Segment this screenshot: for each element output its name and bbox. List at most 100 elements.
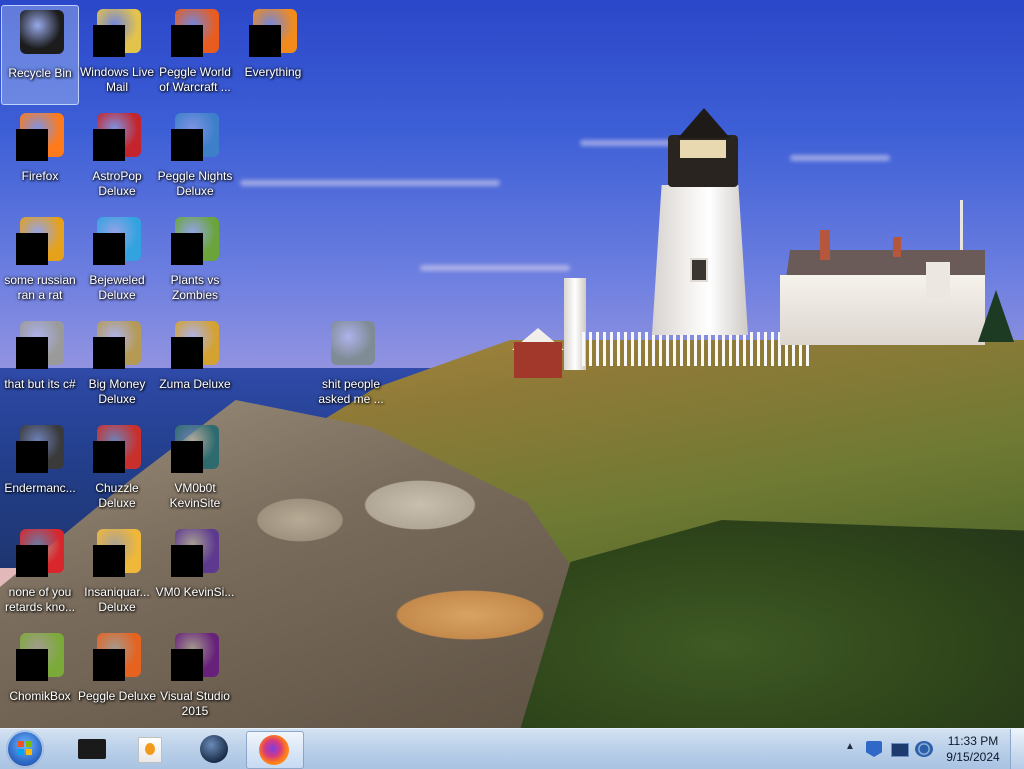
icon-label: Visual Studio 2015 xyxy=(160,689,230,718)
media-player-icon xyxy=(138,737,162,763)
show-hidden-icons-button[interactable]: ▲ xyxy=(844,739,856,755)
icon-label: Bejeweled Deluxe xyxy=(89,273,145,302)
icon-label: Peggle Deluxe xyxy=(77,689,157,703)
icon-label: some russian ran a rat xyxy=(4,273,76,302)
explorer-icon xyxy=(78,739,106,759)
desktop-icon-bejeweled[interactable]: Bejeweled Deluxe xyxy=(78,213,156,313)
peggle-nights-icon xyxy=(171,113,219,161)
icon-label: Peggle Nights Deluxe xyxy=(157,169,233,198)
taskbar-button-firefox[interactable] xyxy=(246,731,304,769)
windows-live-mail-icon xyxy=(93,9,141,57)
everything-icon xyxy=(249,9,297,57)
icon-label: Endermanc... xyxy=(4,481,76,495)
firefox-icon xyxy=(16,113,64,161)
icon-label: none of you retards kno... xyxy=(4,585,76,614)
peggle-wow-icon xyxy=(171,9,219,57)
chuzzle-icon xyxy=(93,425,141,473)
icon-label: Chuzzle Deluxe xyxy=(95,481,139,510)
folder-icon xyxy=(327,321,375,369)
volume-icon[interactable] xyxy=(915,741,933,757)
taskbar-button-globe[interactable] xyxy=(186,731,242,767)
icon-label: that but its c# xyxy=(4,377,76,391)
desktop-icon-chomikbox[interactable]: ChomikBox xyxy=(1,629,79,729)
desktop-icon-astropop[interactable]: AstroPop Deluxe xyxy=(78,109,156,209)
white-fence xyxy=(582,332,812,366)
icon-label: Windows Live Mail xyxy=(79,65,155,94)
icon-label: Firefox xyxy=(21,169,59,183)
icon-label: AstroPop Deluxe xyxy=(92,169,142,198)
desktop-icon-peggle-wow[interactable]: Peggle World of Warcraft ... xyxy=(156,5,234,105)
icon-label: Plants vs Zombies xyxy=(170,273,220,302)
desktop-icon-zuma[interactable]: Zuma Deluxe xyxy=(156,317,234,417)
desktop-icon-folder[interactable]: shit people asked me ... xyxy=(312,317,390,417)
desktop-icon-some-russian[interactable]: some russian ran a rat xyxy=(1,213,79,313)
desktop-icon-peggle-nights[interactable]: Peggle Nights Deluxe xyxy=(156,109,234,209)
peggle-deluxe-icon xyxy=(93,633,141,681)
desktop-icon-vm0[interactable]: VM0 KevinSi... xyxy=(156,525,234,625)
opera-icon xyxy=(16,529,64,577)
cloud xyxy=(240,180,500,186)
vm0b0t-icon xyxy=(171,425,219,473)
desktop-icon-visual-studio[interactable]: Visual Studio 2015 xyxy=(156,629,234,729)
start-button[interactable] xyxy=(6,730,44,768)
desktop-icon-big-money[interactable]: Big Money Deluxe xyxy=(78,317,156,417)
chimney xyxy=(893,237,901,257)
c-sharp-icon xyxy=(16,321,64,369)
keepers-house xyxy=(780,275,985,345)
icon-label: Everything xyxy=(244,65,302,79)
icon-label: VM0 KevinSi... xyxy=(155,585,235,599)
vm0-icon xyxy=(171,529,219,577)
icon-label: Zuma Deluxe xyxy=(159,377,231,391)
chimney xyxy=(820,230,830,260)
icon-label: shit people asked me ... xyxy=(318,377,384,406)
chomikbox-icon xyxy=(16,633,64,681)
icon-label: Recycle Bin xyxy=(8,66,72,80)
visual-studio-icon xyxy=(171,633,219,681)
network-icon[interactable] xyxy=(891,743,909,757)
plants-vs-zombies-icon xyxy=(171,217,219,265)
icon-label: Big Money Deluxe xyxy=(88,377,146,406)
show-desktop-button[interactable] xyxy=(1010,729,1024,769)
desktop-icon-chuzzle[interactable]: Chuzzle Deluxe xyxy=(78,421,156,521)
clock-date: 9/15/2024 xyxy=(946,750,1000,764)
desktop-icon-endermanch[interactable]: Endermanc... xyxy=(1,421,79,521)
icon-label: Insaniquar... Deluxe xyxy=(84,585,150,614)
desktop-icon-peggle-deluxe[interactable]: Peggle Deluxe xyxy=(78,629,156,729)
desktop-icon-c-sharp[interactable]: that but its c# xyxy=(1,317,79,417)
icon-label: Peggle World of Warcraft ... xyxy=(159,65,231,94)
clock-time: 11:33 PM xyxy=(947,734,999,748)
astropop-icon xyxy=(93,113,141,161)
recycle-bin-icon xyxy=(16,10,64,58)
desktop-icon-insaniquarium[interactable]: Insaniquar... Deluxe xyxy=(78,525,156,625)
dormer-window xyxy=(926,262,950,298)
system-clock[interactable]: 11:33 PM 9/15/2024 xyxy=(940,733,1006,765)
desktop-icon-vm0b0t[interactable]: VM0b0t KevinSite xyxy=(156,421,234,521)
windows-start-icon xyxy=(18,741,32,755)
icon-label: VM0b0t KevinSite xyxy=(169,481,221,510)
desktop-icon-recycle-bin[interactable]: Recycle Bin xyxy=(1,5,79,105)
cloud xyxy=(420,265,570,271)
icon-label: ChomikBox xyxy=(9,689,71,703)
zuma-icon xyxy=(171,321,219,369)
bejeweled-icon xyxy=(93,217,141,265)
shed xyxy=(514,342,562,378)
desktop-icon-everything[interactable]: Everything xyxy=(234,5,312,105)
globe-icon xyxy=(200,735,228,763)
insaniquarium-icon xyxy=(93,529,141,577)
desktop-icon-firefox[interactable]: Firefox xyxy=(1,109,79,209)
cloud xyxy=(790,155,890,161)
lighthouse-window xyxy=(690,258,708,282)
endermanch-icon xyxy=(16,425,64,473)
firefox-icon xyxy=(259,735,289,765)
big-money-icon xyxy=(93,321,141,369)
some-russian-icon xyxy=(16,217,64,265)
desktop-icon-windows-live-mail[interactable]: Windows Live Mail xyxy=(78,5,156,105)
lamp-window xyxy=(680,140,726,158)
taskbar-button-explorer[interactable] xyxy=(62,731,118,767)
taskbar: ▲ 11:33 PM 9/15/2024 xyxy=(0,728,1024,769)
desktop-icon-opera[interactable]: none of you retards kno... xyxy=(1,525,79,625)
action-center-icon[interactable] xyxy=(866,741,882,757)
taskbar-button-media-player[interactable] xyxy=(120,731,176,767)
lamp-roof xyxy=(678,108,730,138)
desktop-icon-plants-vs-zombies[interactable]: Plants vs Zombies xyxy=(156,213,234,313)
